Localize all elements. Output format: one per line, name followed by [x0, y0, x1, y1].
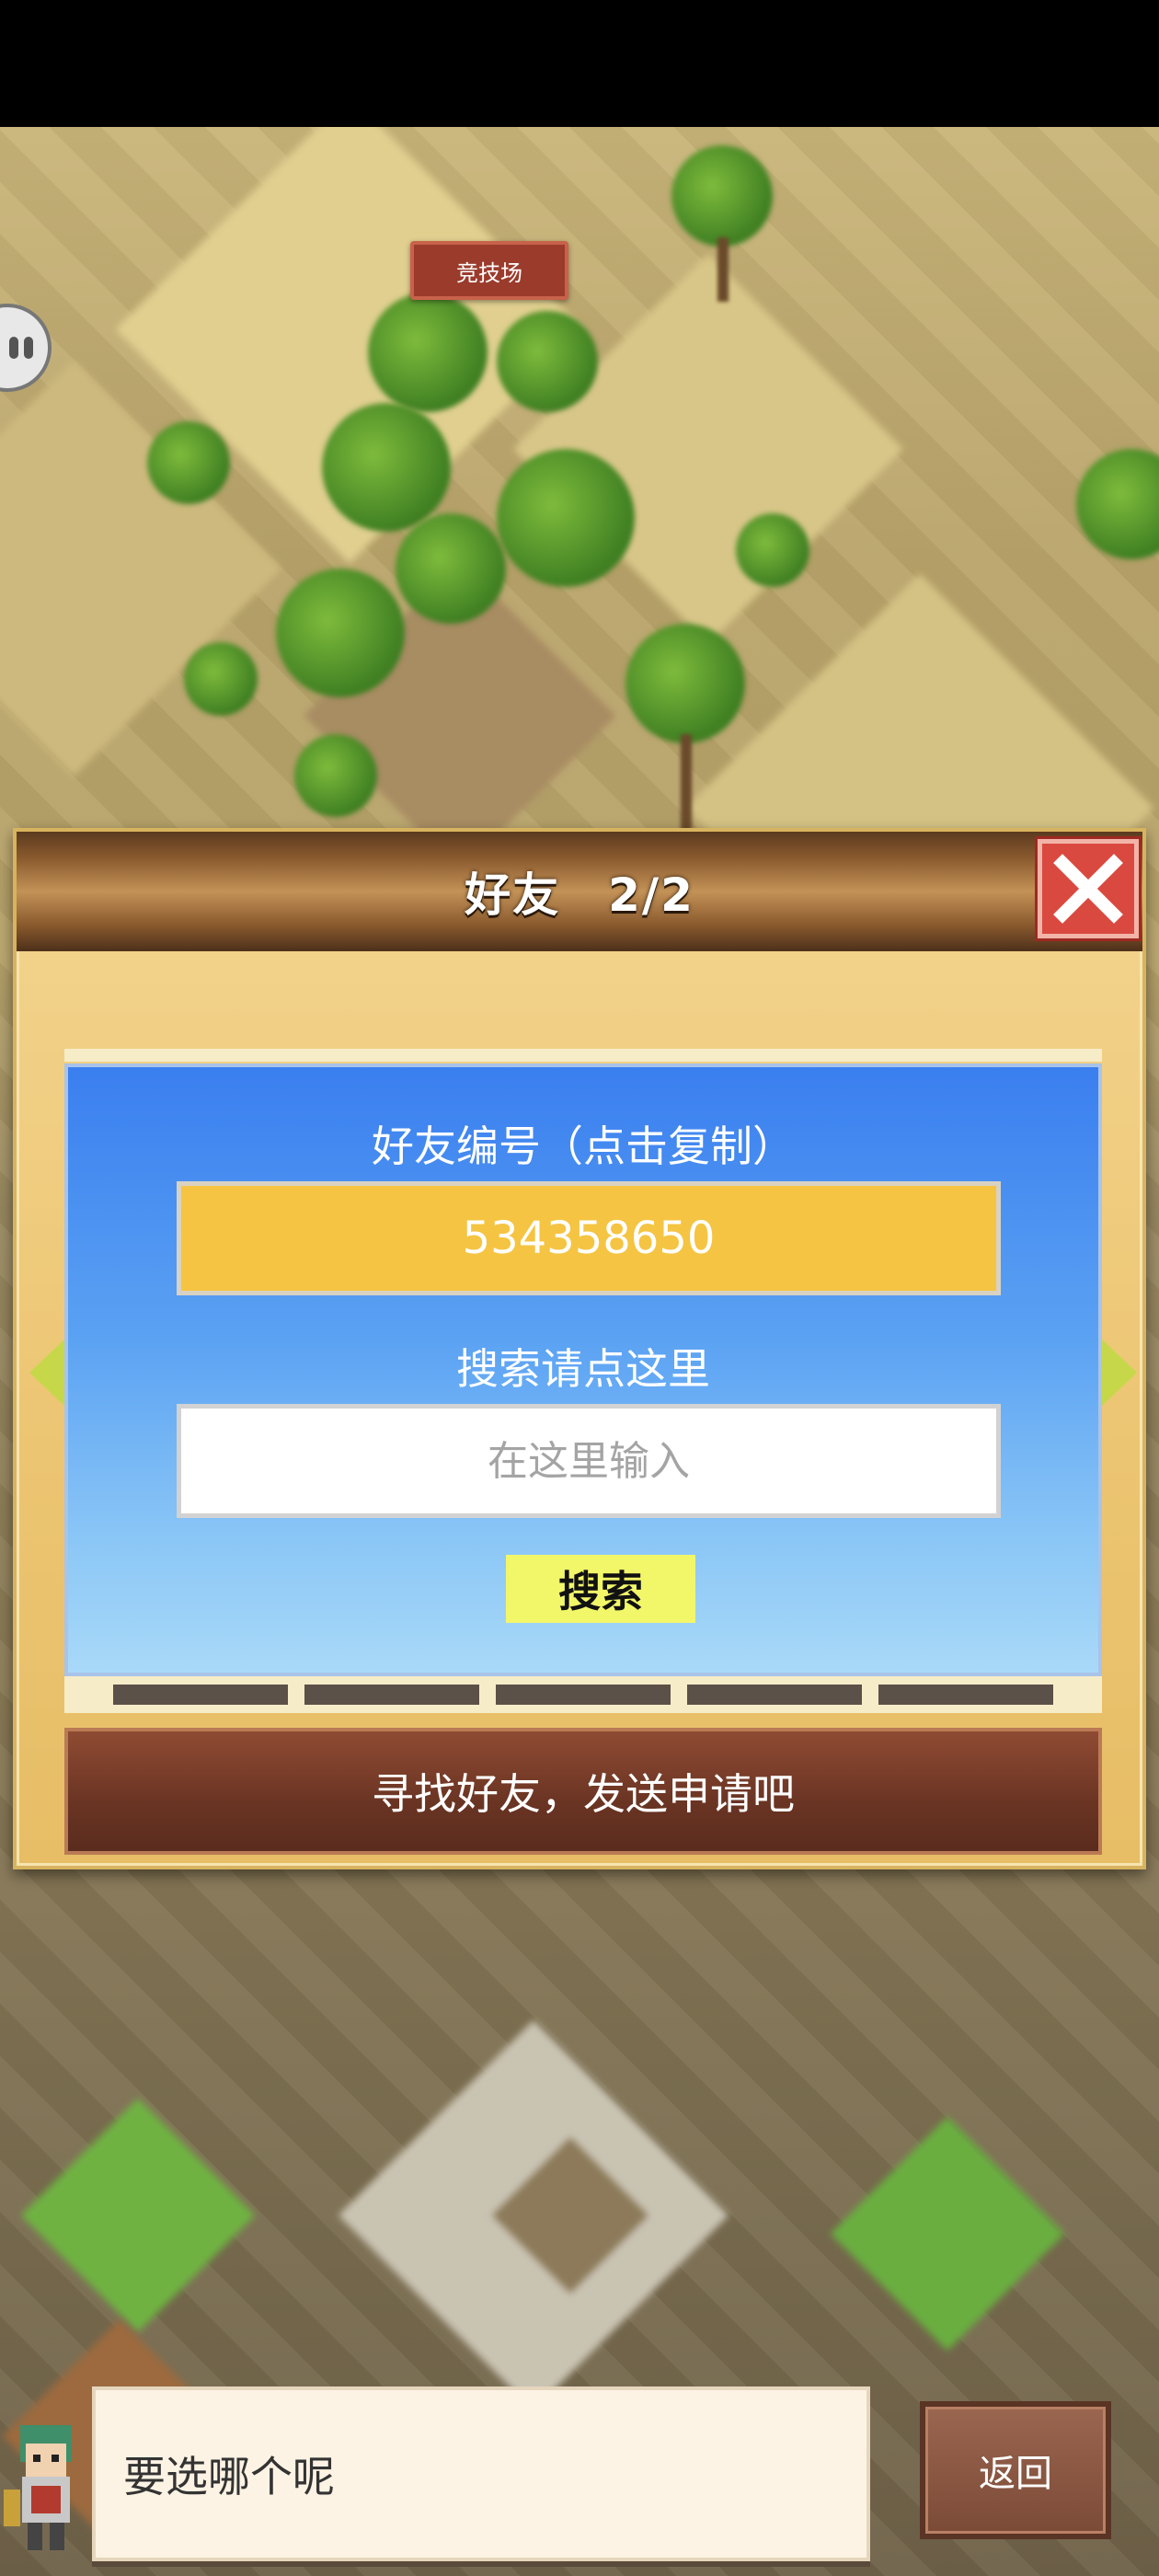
arrow-left-icon[interactable] [29, 1340, 64, 1406]
tree [625, 624, 745, 743]
tree [147, 421, 230, 504]
page-indicator [496, 1685, 671, 1705]
tree [671, 145, 773, 247]
search-input[interactable] [177, 1404, 1001, 1518]
page-indicator [687, 1685, 862, 1705]
pause-icon [9, 337, 33, 359]
dialog-title: 好友 2/2 [465, 868, 694, 922]
tree-trunk [717, 237, 729, 302]
friends-dialog: 好友 2/2 好友编号（点击复制） 534358650 搜索请点这里 搜索 寻找… [13, 828, 1146, 1869]
page-indicator-strip [64, 1676, 1102, 1713]
close-x-icon [1053, 854, 1123, 924]
advisor-speech-bubble: 要选哪个呢 [92, 2386, 870, 2561]
tree [497, 449, 635, 587]
tree [736, 513, 809, 587]
tree [294, 734, 377, 817]
tree [184, 642, 258, 716]
advisor-avatar [4, 2425, 72, 2550]
map-tile [20, 2098, 256, 2333]
search-label: 搜索请点这里 [456, 1344, 710, 1394]
close-button[interactable] [1038, 839, 1139, 938]
page-indicator [878, 1685, 1053, 1705]
tree [322, 403, 451, 532]
tree [276, 569, 405, 697]
back-button[interactable]: 返回 [920, 2401, 1111, 2539]
friend-id-label: 好友编号（点击复制） [372, 1121, 795, 1171]
friend-id-copy-button[interactable]: 534358650 [177, 1181, 1001, 1295]
tree [1076, 449, 1159, 559]
arrow-right-icon[interactable] [1102, 1340, 1137, 1406]
tree [396, 513, 506, 624]
tab-strip-top [64, 1049, 1102, 1062]
friend-search-panel: 好友编号（点击复制） 534358650 搜索请点这里 搜索 [64, 1064, 1102, 1676]
map-tile [830, 2116, 1065, 2352]
status-bar [0, 0, 1159, 127]
search-button[interactable]: 搜索 [506, 1555, 695, 1623]
find-friends-button[interactable]: 寻找好友，发送申请吧 [64, 1728, 1102, 1855]
tree [497, 311, 598, 412]
page-indicator [304, 1685, 479, 1705]
tree [368, 293, 488, 412]
dialog-header: 好友 2/2 [17, 832, 1142, 951]
page-indicator [113, 1685, 288, 1705]
arena-sign[interactable]: 竞技场 [410, 241, 568, 300]
tree-trunk [681, 734, 692, 835]
